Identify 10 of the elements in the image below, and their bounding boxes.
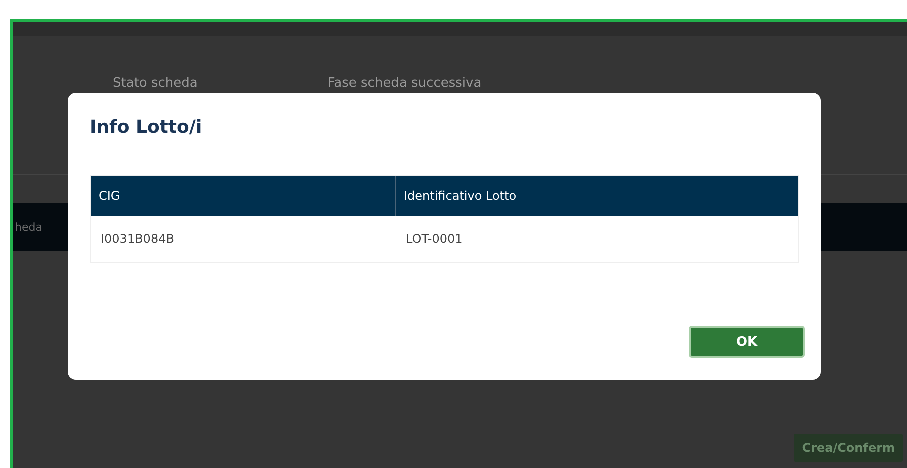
column-header: CIG xyxy=(91,176,396,216)
column-header: Identificativo Lotto xyxy=(396,176,798,216)
dialog-title: Info Lotto/i xyxy=(90,117,204,138)
create-confirm-button[interactable]: Crea/Conferm xyxy=(794,434,903,462)
column-header: heda xyxy=(15,220,42,234)
field-label: Fase scheda successiva xyxy=(328,76,482,93)
table-cell-text: I0031B084B xyxy=(100,231,176,248)
table-cell-text: LOT-0001 xyxy=(405,231,464,248)
ok-button[interactable]: OK xyxy=(689,326,805,358)
field-label: Stato scheda xyxy=(113,76,198,93)
